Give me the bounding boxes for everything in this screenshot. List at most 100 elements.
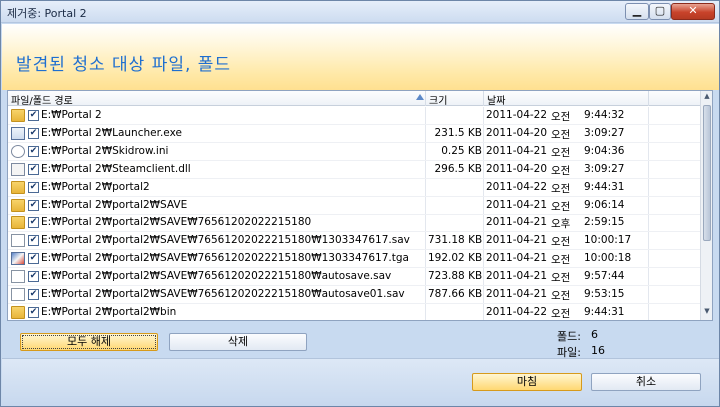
row-date-time: 3:09:27 [584, 126, 625, 139]
row-date-day: 2011-04-20 [486, 126, 548, 139]
row-checkbox[interactable]: ✔ [28, 217, 39, 229]
row-checkbox[interactable]: ✔ [28, 253, 39, 265]
row-date-day: 2011-04-21 [486, 288, 548, 300]
row-date-time: 9:44:32 [584, 109, 625, 121]
row-date-day: 2011-04-21 [486, 270, 548, 283]
row-checkbox[interactable]: ✔ [28, 163, 39, 175]
table-row[interactable]: ✔ E:₩Portal 2₩portal2₩SAVE₩76561202022215… [8, 214, 700, 233]
table-row[interactable]: ✔ E:₩Portal 2₩Skidrow.ini 0.25 KB 2011-04-2… [8, 143, 700, 161]
row-path: E:₩Portal 2₩Skidrow.ini [41, 144, 169, 157]
column-divider[interactable] [648, 91, 649, 106]
delete-button[interactable]: 삭제 [169, 333, 307, 351]
row-date-ampm: 오전 [551, 200, 571, 213]
table-row[interactable]: ✔ E:₩Portal 2₩Steamclient.dll 296.5 KB 2011… [8, 161, 700, 179]
row-path: E:₩Portal 2₩portal2₩SAVE₩765612020222151… [41, 234, 410, 247]
row-date-time: 10:00:18 [584, 252, 632, 265]
row-date-day: 2011-04-22 [486, 109, 548, 121]
column-header-path[interactable]: 파일/폴드 경로 [11, 92, 73, 107]
row-date-ampm: 오전 [551, 236, 571, 249]
table-row[interactable]: ✔ E:₩Portal 2₩portal2 2011-04-22 오전 9:44:31 [8, 179, 700, 197]
banner-title: 발견된 청소 대상 파일, 폴드 [16, 55, 232, 75]
row-date-ampm: 오전 [551, 272, 571, 285]
file-count-value: 16 [591, 344, 605, 357]
cancel-button[interactable]: 취소 [591, 373, 701, 391]
row-checkbox[interactable]: ✔ [28, 127, 39, 139]
title-bar: 제거중: Portal 2 ▁ ▢ ✕ [1, 1, 719, 23]
folder-icon [11, 216, 25, 230]
row-size: 296.5 KB [434, 162, 483, 175]
table-row[interactable]: ✔ E:₩Portal 2₩portal2₩SAVE₩76561202022215… [8, 250, 700, 269]
column-header-size[interactable]: 크기 [429, 92, 447, 107]
folder-count-value: 6 [591, 328, 598, 341]
table-row[interactable]: ✔ E:₩Portal 2₩portal2₩SAVE₩76561202022215… [8, 268, 700, 287]
deselect-all-button[interactable]: 모두 해제 [20, 333, 158, 351]
table-row[interactable]: ✔ E:₩Portal 2₩Launcher.exe 231.5 KB 2011-04… [8, 125, 700, 143]
folder-count-label: 폴드: [557, 330, 581, 343]
table-row[interactable]: ✔ E:₩Portal 2 2011-04-22 오전 9:44:32 [8, 107, 700, 125]
scroll-up-icon[interactable]: ▲ [702, 92, 712, 104]
found-files-list[interactable]: 파일/폴드 경로 크기 날짜 ✔ E:₩Portal 2 2011-04-22 오전 9… [7, 90, 713, 321]
finish-button[interactable]: 마침 [472, 373, 582, 391]
image-file-icon [11, 252, 25, 266]
row-date-time: 9:44:31 [584, 180, 625, 193]
scrollbar-thumb[interactable] [703, 105, 711, 241]
row-date-day: 2011-04-21 [486, 144, 548, 157]
row-date-ampm: 오전 [551, 164, 571, 177]
row-checkbox[interactable]: ✔ [28, 271, 39, 283]
row-checkbox[interactable]: ✔ [28, 110, 39, 121]
folder-icon [11, 305, 25, 319]
row-date-ampm: 오전 [551, 254, 571, 267]
row-date-day: 2011-04-22 [486, 305, 548, 318]
column-divider[interactable] [483, 91, 484, 106]
row-path: E:₩Portal 2₩portal2₩SAVE₩765612020222151… [41, 252, 409, 265]
table-row[interactable]: ✔ E:₩Portal 2₩portal2₩SAVE₩76561202022215… [8, 286, 700, 304]
file-icon [11, 234, 25, 248]
row-checkbox[interactable]: ✔ [28, 289, 39, 300]
row-date-time: 9:04:36 [584, 144, 625, 157]
row-date-ampm: 오후 [551, 218, 571, 231]
row-date-time: 9:53:15 [584, 288, 625, 300]
row-path: E:₩Portal 2₩Launcher.exe [41, 126, 182, 139]
row-date-ampm: 오전 [551, 182, 571, 195]
row-date-ampm: 오전 [551, 290, 571, 302]
row-date-time: 9:06:14 [584, 198, 625, 211]
row-path: E:₩Portal 2₩portal2₩SAVE₩765612020222151… [41, 270, 392, 283]
row-date-ampm: 오전 [551, 111, 571, 123]
window-title: 제거중: Portal 2 [7, 7, 87, 20]
dialog-footer: 마침 취소 [2, 358, 719, 406]
exe-icon [11, 126, 25, 140]
close-button[interactable]: ✕ [671, 3, 715, 20]
table-row[interactable]: ✔ E:₩Portal 2₩portal2₩SAVE 2011-04-21 오전 9:0… [8, 197, 700, 215]
row-date-time: 2:59:15 [584, 216, 625, 229]
folder-icon [11, 180, 25, 194]
row-checkbox[interactable]: ✔ [28, 199, 39, 211]
row-path: E:₩Portal 2₩portal2₩SAVE [41, 198, 188, 211]
row-path: E:₩Portal 2₩portal2₩SAVE₩765612020222151… [41, 216, 312, 229]
settings-file-icon [11, 144, 25, 158]
row-checkbox[interactable]: ✔ [28, 145, 39, 157]
row-checkbox[interactable]: ✔ [28, 306, 39, 318]
vertical-scrollbar[interactable]: ▲ ▼ [700, 91, 712, 320]
row-path: E:₩Portal 2 [41, 109, 102, 121]
minimize-button[interactable]: ▁ [625, 3, 649, 20]
table-row[interactable]: ✔ E:₩Portal 2₩portal2₩SAVE₩76561202022215… [8, 232, 700, 251]
row-path: E:₩Portal 2₩Steamclient.dll [41, 162, 191, 175]
row-size: 0.25 KB [441, 144, 482, 157]
maximize-button[interactable]: ▢ [649, 3, 671, 20]
row-path: E:₩Portal 2₩portal2₩SAVE₩765612020222151… [41, 288, 405, 300]
folder-icon [11, 198, 25, 212]
table-row[interactable]: ✔ E:₩Portal 2₩portal2₩bin 2011-04-22 오전 9:44… [8, 304, 700, 320]
row-path: E:₩Portal 2₩portal2 [41, 180, 150, 193]
column-divider[interactable] [425, 91, 426, 106]
row-date-ampm: 오전 [551, 146, 571, 159]
row-size: 192.02 KB [428, 252, 483, 265]
list-header: 파일/폴드 경로 크기 날짜 [8, 91, 700, 107]
row-date-time: 9:57:44 [584, 270, 625, 283]
row-checkbox[interactable]: ✔ [28, 235, 39, 247]
row-date-ampm: 오전 [551, 307, 571, 320]
scroll-down-icon[interactable]: ▼ [702, 307, 712, 319]
column-header-date[interactable]: 날짜 [487, 92, 505, 107]
row-checkbox[interactable]: ✔ [28, 181, 39, 193]
row-date-day: 2011-04-21 [486, 216, 548, 229]
dll-file-icon [11, 162, 25, 176]
